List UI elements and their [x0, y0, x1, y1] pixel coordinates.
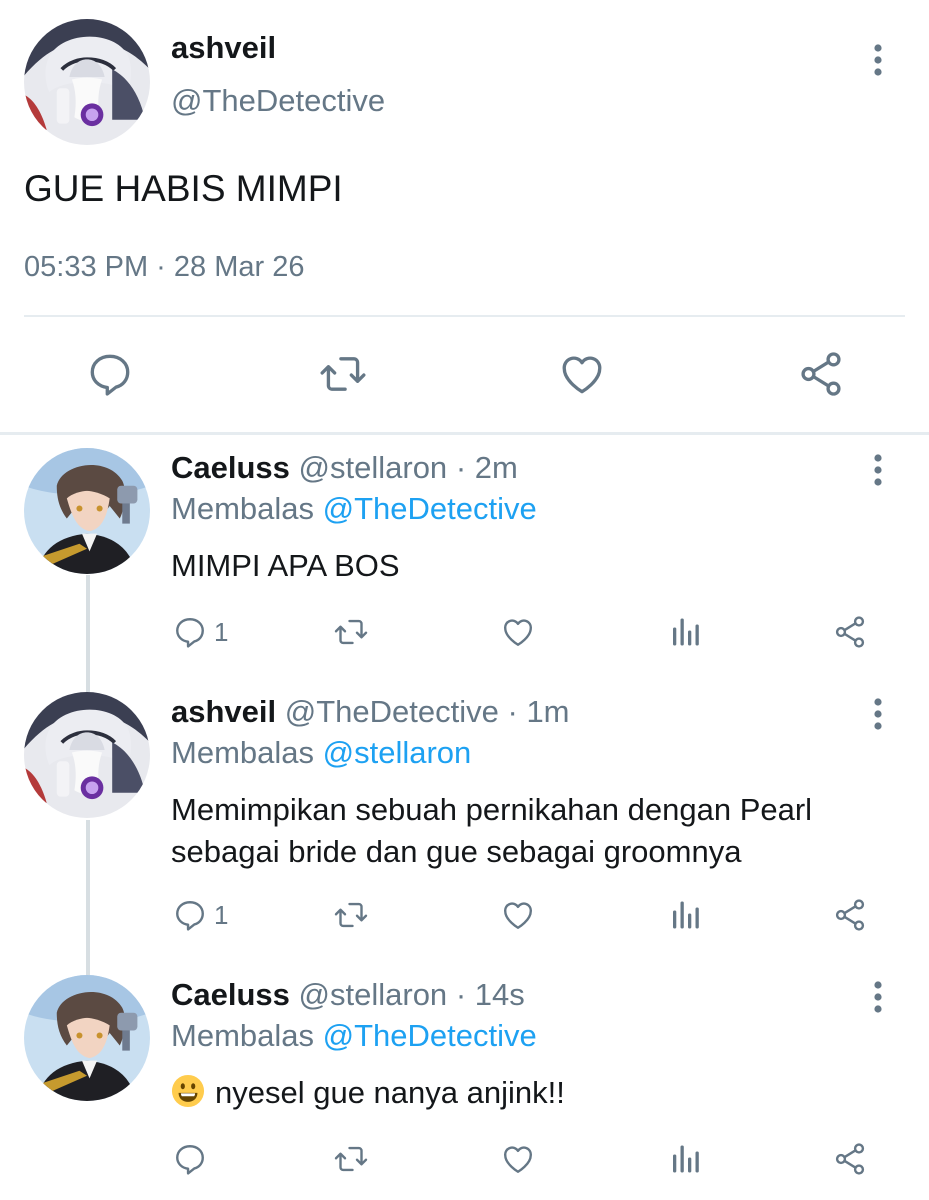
reply-count: 1: [214, 899, 229, 930]
reply-text-container: nyesel gue nanya anjink!!: [171, 1072, 891, 1114]
more-options-button[interactable]: [868, 450, 888, 490]
grinning-face-emoji: [171, 1074, 205, 1108]
more-vertical-icon: [873, 980, 883, 1014]
reply-text: nyesel gue nanya anjink!!: [215, 1075, 565, 1110]
like-button[interactable]: [500, 614, 536, 650]
reply-button[interactable]: [85, 349, 135, 399]
like-icon: [557, 349, 607, 399]
reply-text: Memimpikan sebuah pernikahan dengan Pear…: [171, 792, 813, 869]
section-divider: [0, 432, 929, 435]
analytics-button[interactable]: [667, 897, 703, 933]
mention-link[interactable]: @TheDetective: [323, 491, 537, 526]
more-vertical-icon: [873, 453, 883, 487]
reply-time: 2m: [474, 450, 518, 485]
like-icon: [500, 1141, 536, 1177]
replying-to: Membalas @stellaron: [171, 735, 471, 771]
reply-icon: [172, 1141, 208, 1177]
avatar-caeluss-image: [24, 448, 150, 574]
more-options-button[interactable]: [868, 977, 888, 1017]
separator-dot: ·: [507, 694, 518, 729]
stats-icon: [667, 897, 703, 933]
replying-to: Membalas @TheDetective: [171, 1018, 537, 1054]
author-handle[interactable]: @stellaron: [299, 450, 448, 485]
retweet-icon: [333, 614, 369, 650]
main-tweet: ashveil @TheDetective GUE HABIS MIMPI 05…: [0, 0, 929, 430]
retweet-icon: [333, 897, 369, 933]
stats-icon: [667, 614, 703, 650]
avatar-ashveil-image: [24, 692, 150, 818]
retweet-button[interactable]: [333, 1141, 369, 1177]
author-name[interactable]: Caeluss: [171, 450, 290, 485]
like-button[interactable]: [500, 897, 536, 933]
reply-text: MIMPI APA BOS: [171, 548, 400, 583]
reply-count: 1: [214, 616, 229, 647]
reply-button[interactable]: [172, 1141, 208, 1177]
divider: [24, 315, 905, 317]
author-name[interactable]: ashveil: [171, 694, 276, 729]
replying-to-label: Membalas: [171, 1018, 314, 1053]
more-vertical-icon: [873, 43, 883, 77]
retweet-icon: [318, 349, 368, 399]
retweet-button[interactable]: [333, 897, 369, 933]
reply-header: Caeluss @stellaron · 14s: [171, 977, 525, 1013]
more-vertical-icon: [873, 697, 883, 731]
reply-header: ashveil @TheDetective · 1m: [171, 694, 570, 730]
tweet-timestamp: 05:33 PM · 28 Mar 26: [24, 251, 305, 283]
share-button[interactable]: [832, 1141, 868, 1177]
reply-icon: [172, 614, 208, 650]
analytics-button[interactable]: [667, 1141, 703, 1177]
like-button[interactable]: [500, 1141, 536, 1177]
reply-tweet[interactable]: Caeluss @stellaron · 2m Membalas @TheDet…: [0, 448, 929, 680]
reply-icon: [85, 349, 135, 399]
reply-tweet[interactable]: ashveil @TheDetective · 1m Membalas @ste…: [0, 692, 929, 962]
separator-dot: ·: [455, 450, 467, 485]
share-button[interactable]: [796, 349, 846, 399]
author-name[interactable]: ashveil: [171, 30, 276, 66]
more-options-button[interactable]: [868, 694, 888, 734]
reply-header: Caeluss @stellaron · 2m: [171, 450, 518, 486]
replying-to-label: Membalas: [171, 491, 314, 526]
avatar[interactable]: [24, 19, 150, 145]
share-icon: [832, 614, 868, 650]
author-handle[interactable]: @stellaron: [299, 977, 448, 1012]
author-handle[interactable]: @TheDetective: [285, 694, 499, 729]
avatar[interactable]: [24, 975, 150, 1101]
separator-dot: ·: [455, 977, 467, 1012]
stats-icon: [667, 1141, 703, 1177]
avatar-caeluss-image: [24, 975, 150, 1101]
like-icon: [500, 897, 536, 933]
avatar[interactable]: [24, 448, 150, 574]
reply-button[interactable]: 1: [172, 614, 228, 650]
reply-icon: [172, 897, 208, 933]
retweet-icon: [333, 1141, 369, 1177]
replying-to: Membalas @TheDetective: [171, 491, 537, 527]
retweet-button[interactable]: [318, 349, 368, 399]
share-button[interactable]: [832, 614, 868, 650]
tweet-text: GUE HABIS MIMPI: [24, 168, 343, 209]
reply-tweet[interactable]: Caeluss @stellaron · 14s Membalas @TheDe…: [0, 975, 929, 1195]
retweet-button[interactable]: [333, 614, 369, 650]
author-name[interactable]: Caeluss: [171, 977, 290, 1012]
replying-to-label: Membalas: [171, 735, 314, 770]
share-icon: [832, 897, 868, 933]
mention-link[interactable]: @TheDetective: [323, 1018, 537, 1053]
share-button[interactable]: [832, 897, 868, 933]
avatar-ashveil-image: [24, 19, 150, 145]
like-icon: [500, 614, 536, 650]
more-options-button[interactable]: [868, 40, 888, 80]
mention-link[interactable]: @stellaron: [323, 735, 472, 770]
analytics-button[interactable]: [667, 614, 703, 650]
share-icon: [832, 1141, 868, 1177]
avatar[interactable]: [24, 692, 150, 818]
share-icon: [796, 349, 846, 399]
reply-time: 14s: [474, 977, 525, 1012]
reply-button[interactable]: 1: [172, 897, 228, 933]
author-handle[interactable]: @TheDetective: [171, 83, 385, 119]
like-button[interactable]: [557, 349, 607, 399]
reply-time: 1m: [526, 694, 570, 729]
